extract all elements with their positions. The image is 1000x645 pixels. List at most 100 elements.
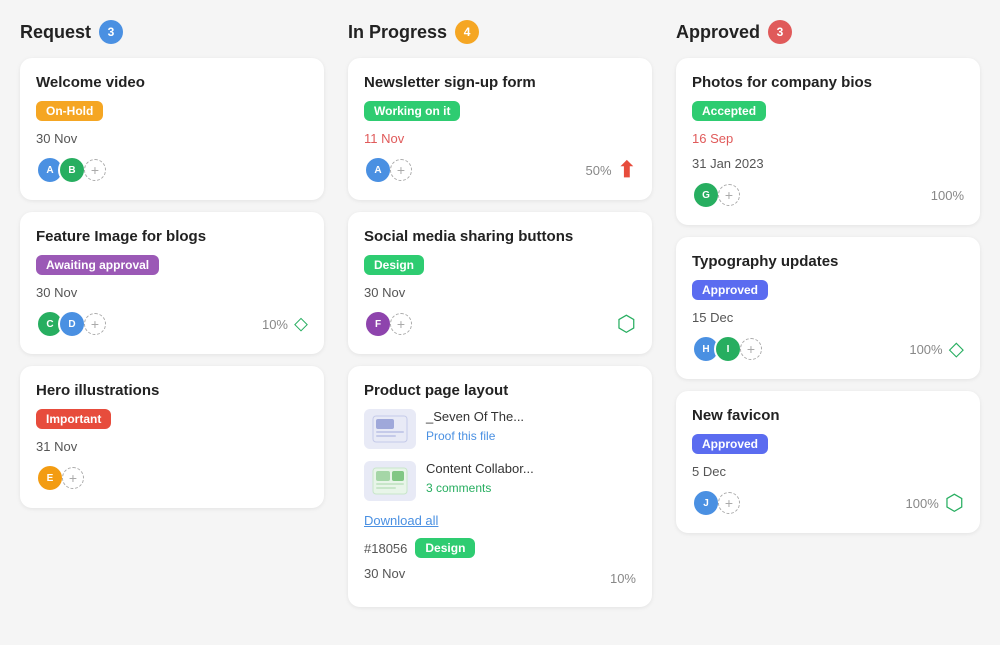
- add-avatar-btn[interactable]: +: [84, 313, 106, 335]
- file-thumb-1: [364, 409, 416, 449]
- footer-newsletter: A + 50% ⬆: [364, 156, 636, 184]
- column-header-request: Request 3: [20, 20, 324, 44]
- date-photos-red: 16 Sep: [692, 131, 964, 146]
- column-header-approved: Approved 3: [676, 20, 980, 44]
- tag-design-social: Design: [364, 255, 424, 275]
- avatar-1: A: [364, 156, 392, 184]
- add-avatar-btn[interactable]: +: [390, 159, 412, 181]
- avatar-1: E: [36, 464, 64, 492]
- add-avatar-btn[interactable]: +: [390, 313, 412, 335]
- date-welcome-video: 30 Nov: [36, 131, 308, 146]
- percent-favicon: 100%: [906, 496, 939, 511]
- card-new-favicon: New favicon Approved 5 Dec J + 100% ⬡: [676, 391, 980, 533]
- card-title-typography: Typography updates: [692, 253, 964, 270]
- percent-newsletter: 50%: [586, 163, 612, 178]
- card-title-feature-image: Feature Image for blogs: [36, 228, 308, 245]
- avatars-favicon: J +: [692, 489, 740, 517]
- avatar-2: D: [58, 310, 86, 338]
- file-name-2: Content Collabor...: [426, 461, 636, 476]
- card-newsletter: Newsletter sign-up form Working on it 11…: [348, 58, 652, 200]
- card-title-product: Product page layout: [364, 382, 636, 399]
- card-title-newsletter: Newsletter sign-up form: [364, 74, 636, 91]
- avatars-photos: G +: [692, 181, 740, 209]
- tag-approved-typography: Approved: [692, 280, 768, 300]
- footer-typography: H I + 100% ⬦: [692, 335, 964, 363]
- card-title-social: Social media sharing buttons: [364, 228, 636, 245]
- arrow-down-icon-typography: ⬦: [949, 336, 964, 362]
- comments-link[interactable]: 3 comments: [426, 481, 491, 495]
- download-all-link[interactable]: Download all: [364, 513, 636, 528]
- tag-awaiting: Awaiting approval: [36, 255, 159, 275]
- card-welcome-video: Welcome video On-Hold 30 Nov A B +: [20, 58, 324, 200]
- tag-row-product: #18056 Design: [364, 538, 636, 558]
- footer-feature-image: C D + 10% ⬦: [36, 310, 308, 338]
- column-title-request: Request: [20, 22, 91, 43]
- tag-design-product: Design: [415, 538, 475, 558]
- card-photos-bios: Photos for company bios Accepted 16 Sep …: [676, 58, 980, 225]
- tag-accepted: Accepted: [692, 101, 766, 121]
- avatar-2: B: [58, 156, 86, 184]
- avatars-welcome-video: A B +: [36, 156, 106, 184]
- card-title-favicon: New favicon: [692, 407, 964, 424]
- avatar-2: I: [714, 335, 742, 363]
- date-hero: 31 Nov: [36, 439, 308, 454]
- date-photos-dark: 31 Jan 2023: [692, 156, 964, 171]
- footer-welcome-video: A B +: [36, 156, 308, 184]
- column-title-in-progress: In Progress: [348, 22, 447, 43]
- percent-product: 10%: [610, 571, 636, 586]
- percent-feature-image: 10%: [262, 317, 288, 332]
- tag-working: Working on it: [364, 101, 460, 121]
- column-in-progress: In Progress 4 Newsletter sign-up form Wo…: [348, 20, 652, 619]
- file-item-1: _Seven Of The... Proof this file: [364, 409, 636, 449]
- card-title-hero: Hero illustrations: [36, 382, 308, 399]
- badge-approved: 3: [768, 20, 792, 44]
- date-favicon: 5 Dec: [692, 464, 964, 479]
- proof-link[interactable]: Proof this file: [426, 429, 495, 443]
- add-avatar-btn[interactable]: +: [62, 467, 84, 489]
- file-thumb-2: [364, 461, 416, 501]
- column-request: Request 3 Welcome video On-Hold 30 Nov A…: [20, 20, 324, 619]
- avatars-feature-image: C D +: [36, 310, 106, 338]
- date-feature-image: 30 Nov: [36, 285, 308, 300]
- dots-icon-favicon: ⬡: [945, 490, 964, 516]
- card-title-welcome-video: Welcome video: [36, 74, 308, 91]
- tag-approved-favicon: Approved: [692, 434, 768, 454]
- file-name-1: _Seven Of The...: [426, 409, 636, 424]
- card-hero-illustrations: Hero illustrations Important 31 Nov E +: [20, 366, 324, 508]
- avatars-hero: E +: [36, 464, 84, 492]
- date-product: 30 Nov: [364, 566, 405, 581]
- footer-social: F + ⬡: [364, 310, 636, 338]
- date-typography: 15 Dec: [692, 310, 964, 325]
- card-social-media: Social media sharing buttons Design 30 N…: [348, 212, 652, 354]
- add-avatar-btn[interactable]: +: [718, 492, 740, 514]
- footer-product: 30 Nov 10%: [364, 566, 636, 591]
- column-header-in-progress: In Progress 4: [348, 20, 652, 44]
- column-title-approved: Approved: [676, 22, 760, 43]
- avatars-newsletter: A +: [364, 156, 412, 184]
- file-info-1: _Seven Of The... Proof this file: [426, 409, 636, 443]
- avatars-typography: H I +: [692, 335, 762, 363]
- kanban-board: Request 3 Welcome video On-Hold 30 Nov A…: [20, 20, 980, 619]
- column-approved: Approved 3 Photos for company bios Accep…: [676, 20, 980, 619]
- add-avatar-btn[interactable]: +: [740, 338, 762, 360]
- badge-request: 3: [99, 20, 123, 44]
- arrow-up-icon: ⬆: [618, 157, 636, 183]
- percent-photos: 100%: [931, 188, 964, 203]
- card-typography: Typography updates Approved 15 Dec H I +…: [676, 237, 980, 379]
- date-newsletter: 11 Nov: [364, 131, 636, 146]
- card-title-photos: Photos for company bios: [692, 74, 964, 91]
- add-avatar-btn[interactable]: +: [718, 184, 740, 206]
- percent-typography: 100%: [909, 342, 942, 357]
- file-info-2: Content Collabor... 3 comments: [426, 461, 636, 495]
- tag-onhold: On-Hold: [36, 101, 103, 121]
- avatars-social: F +: [364, 310, 412, 338]
- card-feature-image: Feature Image for blogs Awaiting approva…: [20, 212, 324, 354]
- tag-important: Important: [36, 409, 111, 429]
- avatar-1: J: [692, 489, 720, 517]
- avatar-1: G: [692, 181, 720, 209]
- badge-in-progress: 4: [455, 20, 479, 44]
- add-avatar-btn[interactable]: +: [84, 159, 106, 181]
- arrow-down-icon: ⬦: [294, 313, 308, 336]
- footer-photos: G + 100%: [692, 181, 964, 209]
- issue-id: #18056: [364, 541, 407, 556]
